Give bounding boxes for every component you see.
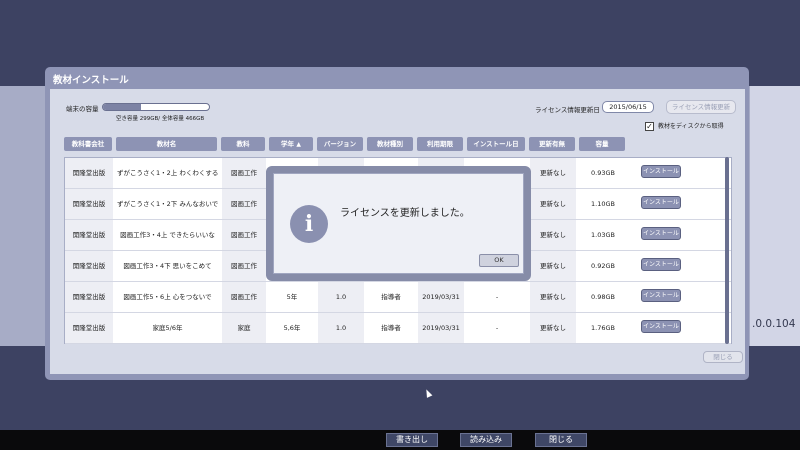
cell-version: 1.0 bbox=[318, 313, 364, 343]
cell-subject: 図画工作 bbox=[222, 189, 266, 219]
column-header-company[interactable]: 教科書会社 bbox=[64, 137, 112, 151]
storage-label: 端末の容量 bbox=[66, 105, 99, 113]
cell-grade: 5,6年 bbox=[283, 324, 301, 332]
cell-size: 1.10GB bbox=[591, 200, 615, 208]
cell-company: 開隆堂出版 bbox=[65, 251, 113, 281]
close-window-button[interactable]: 閉じる bbox=[703, 351, 743, 363]
cell-subject: 図画工作 bbox=[222, 220, 266, 250]
license-updated-dialog: i ライセンスを更新しました。 OK bbox=[266, 166, 531, 281]
install-button[interactable]: インストール bbox=[641, 165, 681, 178]
storage-bar-fill bbox=[103, 104, 142, 110]
cell-name: ずがこうさく1・2下 みんなおいでよ bbox=[117, 200, 218, 208]
license-update-date: 2015/06/15 bbox=[602, 101, 654, 113]
cell-version: 1.0 bbox=[318, 282, 364, 312]
column-header-name[interactable]: 教材名 bbox=[116, 137, 217, 151]
cell-size: 0.92GB bbox=[591, 262, 615, 270]
cell-name: 図画工作5・6上 心をつないで bbox=[123, 293, 212, 301]
storage-bar bbox=[102, 103, 210, 111]
cell-name: 家庭5/6年 bbox=[152, 324, 183, 332]
cell-size: 1.76GB bbox=[591, 324, 615, 332]
disk-source-option[interactable]: ✓ 教材をディスクから取得 bbox=[645, 121, 724, 131]
ok-button[interactable]: OK bbox=[479, 254, 519, 267]
cell-company: 開隆堂出版 bbox=[65, 220, 113, 250]
export-button[interactable]: 書き出し bbox=[386, 433, 438, 447]
import-button[interactable]: 読み込み bbox=[460, 433, 512, 447]
cell-company: 開隆堂出版 bbox=[65, 189, 113, 219]
cell-size: 1.03GB bbox=[591, 231, 615, 239]
cell-update: 更新なし bbox=[530, 189, 576, 219]
cell-company: 開隆堂出版 bbox=[65, 313, 113, 343]
cell-type: 指導者 bbox=[381, 324, 401, 332]
sort-ascending-icon: ▲ bbox=[296, 141, 301, 148]
taskbar-close-button[interactable]: 閉じる bbox=[535, 433, 587, 447]
cell-company: 開隆堂出版 bbox=[65, 282, 113, 312]
cell-update: 更新なし bbox=[530, 313, 576, 343]
install-button[interactable]: インストール bbox=[641, 320, 681, 333]
column-header-update[interactable]: 更新有無 bbox=[529, 137, 575, 151]
cell-name: 図画工作3・4上 できたらいいな bbox=[120, 231, 215, 239]
cell-install-date: - bbox=[495, 293, 499, 301]
table-scrollbar[interactable] bbox=[725, 157, 729, 344]
table-row: 開隆堂出版 家庭5/6年 家庭 5,6年 1.0 指導者 2019/03/31 - 更新なし 1.… bbox=[65, 313, 731, 344]
cell-update: 更新なし bbox=[530, 282, 576, 312]
dialog-content: i ライセンスを更新しました。 OK bbox=[273, 173, 524, 274]
cell-subject: 家庭 bbox=[222, 313, 266, 343]
info-icon: i bbox=[290, 205, 328, 243]
column-header-type[interactable]: 教材種別 bbox=[367, 137, 413, 151]
column-header-grade-label: 学年 bbox=[281, 140, 295, 148]
column-header-grade[interactable]: 学年 ▲ bbox=[269, 137, 313, 151]
disk-source-checkbox[interactable]: ✓ bbox=[645, 122, 654, 131]
cell-expiry: 2019/03/31 bbox=[418, 282, 464, 312]
column-header-subject[interactable]: 教科 bbox=[221, 137, 265, 151]
cell-subject: 図画工作 bbox=[222, 282, 266, 312]
cell-name: ずがこうさく1・2上 わくわくするね bbox=[117, 169, 218, 177]
column-header-version[interactable]: バージョン bbox=[317, 137, 363, 151]
install-button[interactable]: インストール bbox=[641, 258, 681, 271]
cell-company: 開隆堂出版 bbox=[65, 158, 113, 188]
install-button[interactable]: インストール bbox=[641, 196, 681, 209]
cell-name: 図画工作3・4下 思いをこめて bbox=[123, 262, 212, 270]
version-text: .0.0.104 bbox=[752, 318, 796, 330]
disk-source-label: 教材をディスクから取得 bbox=[658, 123, 724, 130]
column-header-install-date[interactable]: インストール日 bbox=[467, 137, 525, 151]
cell-update: 更新なし bbox=[530, 251, 576, 281]
cell-size: 0.93GB bbox=[591, 169, 615, 177]
cell-install-date: - bbox=[495, 324, 499, 332]
license-update-button[interactable]: ライセンス情報更新 bbox=[666, 100, 736, 114]
column-header-size[interactable]: 容量 bbox=[579, 137, 625, 151]
cell-update: 更新なし bbox=[530, 220, 576, 250]
table-row: 開隆堂出版 図画工作5・6上 心をつないで 図画工作 5年 1.0 指導者 2019/03/… bbox=[65, 282, 731, 313]
cell-size: 0.98GB bbox=[591, 293, 615, 301]
cell-grade: 5年 bbox=[286, 293, 298, 301]
install-button[interactable]: インストール bbox=[641, 289, 681, 302]
column-header-expiry[interactable]: 利用期限 bbox=[417, 137, 463, 151]
window-title: 教材インストール bbox=[53, 75, 129, 86]
dialog-message: ライセンスを更新しました。 bbox=[340, 208, 470, 219]
cell-update: 更新なし bbox=[530, 158, 576, 188]
cell-subject: 図画工作 bbox=[222, 158, 266, 188]
license-update-label: ライセンス情報更新日 bbox=[535, 106, 600, 114]
cell-expiry: 2019/03/31 bbox=[418, 313, 464, 343]
cell-subject: 図画工作 bbox=[222, 251, 266, 281]
mouse-cursor-icon bbox=[423, 388, 433, 398]
storage-text: 空き容量 299GB/ 全体容量 466GB bbox=[116, 116, 205, 122]
install-button[interactable]: インストール bbox=[641, 227, 681, 240]
cell-type: 指導者 bbox=[381, 293, 401, 301]
background-panel-right bbox=[750, 86, 800, 346]
